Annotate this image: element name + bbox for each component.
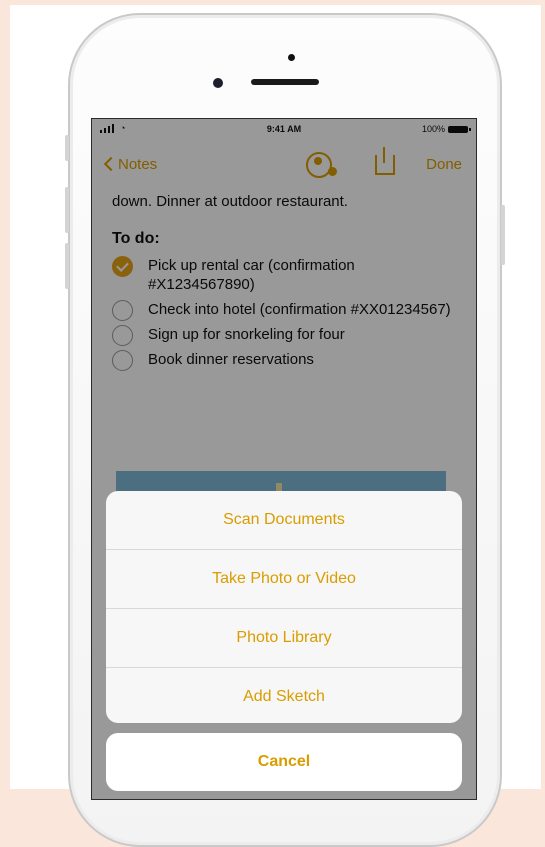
volume-down-button [65,243,69,289]
photo-library-button[interactable]: Photo Library [106,609,462,668]
take-photo-button[interactable]: Take Photo or Video [106,550,462,609]
cancel-button[interactable]: Cancel [106,733,462,791]
action-sheet: Scan Documents Take Photo or Video Photo… [106,491,462,723]
power-button [501,205,505,265]
page-frame: ◔ 9:41 AM 100% Notes Done down. Dinner a… [10,5,541,847]
earpiece-speaker [251,79,319,85]
mute-switch [65,135,69,161]
sensor-dot [288,54,295,61]
scan-documents-button[interactable]: Scan Documents [106,491,462,550]
phone-screen: ◔ 9:41 AM 100% Notes Done down. Dinner a… [91,118,477,800]
add-sketch-button[interactable]: Add Sketch [106,668,462,723]
front-camera [213,78,223,88]
volume-up-button [65,187,69,233]
